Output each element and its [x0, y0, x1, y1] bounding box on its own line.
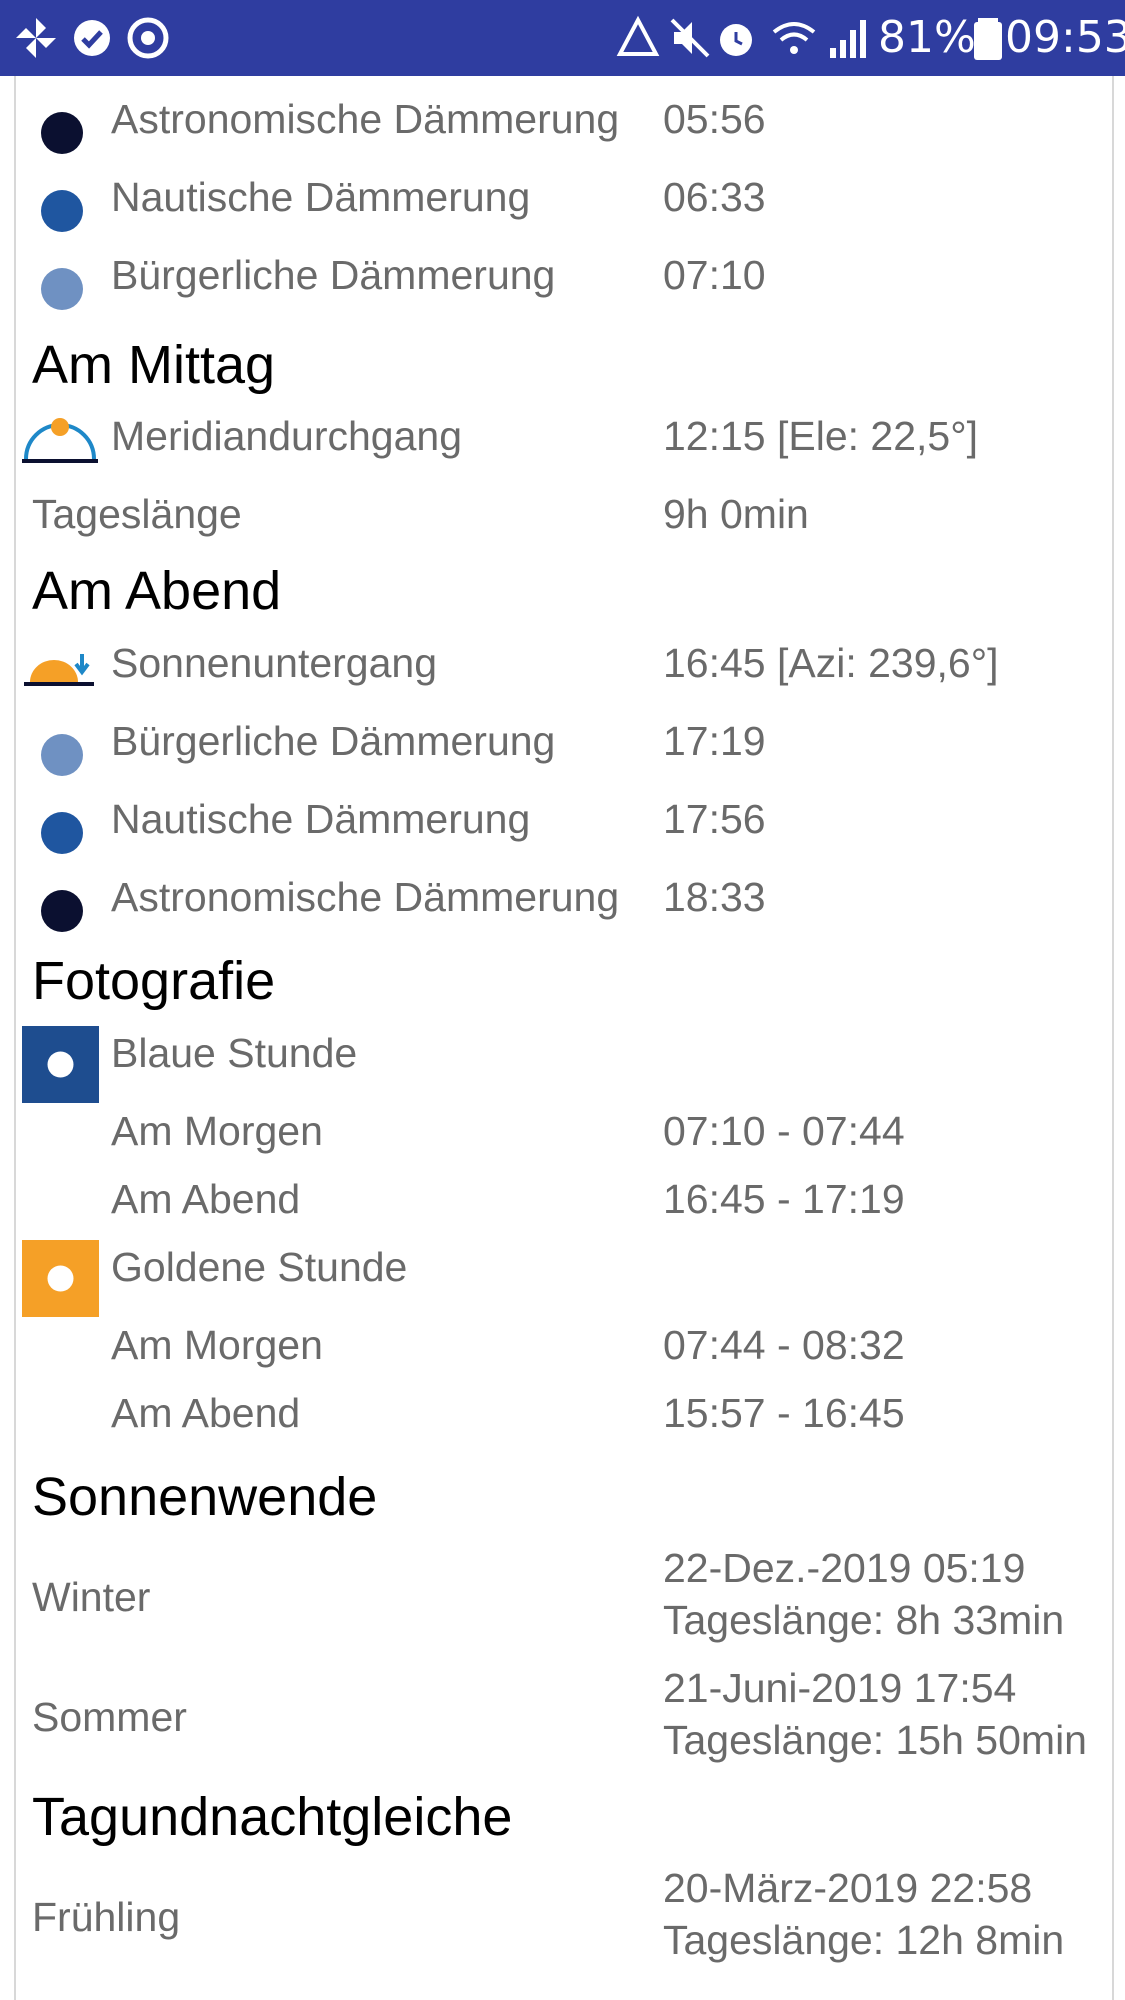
sun-info-card: Astronomische Dämmerung 05:56 Nautische … — [14, 76, 1114, 2000]
twilight-time: 18:33 — [663, 874, 766, 920]
twilight-time: 17:56 — [663, 796, 766, 842]
blue-hour-evening-label: Am Abend — [111, 1176, 301, 1222]
clock-time: 09:53 — [1005, 12, 1125, 63]
blue-dot-icon — [41, 812, 83, 854]
blue-hour-evening-value: 16:45 - 17:19 — [663, 1176, 905, 1222]
sunset-icon — [24, 654, 94, 686]
golden-hour-morning-label: Am Morgen — [111, 1322, 323, 1368]
twilight-time: 17:19 — [663, 718, 766, 764]
status-bar: 81% 09:53 — [0, 0, 1125, 76]
section-heading-evening: Am Abend — [32, 561, 282, 621]
blue-hour-icon — [22, 1026, 99, 1103]
spring-daylength: Tageslänge: 12h 8min — [663, 1917, 1065, 1963]
twilight-label: Nautische Dämmerung — [111, 174, 531, 220]
spring-label: Frühling — [32, 1894, 181, 1940]
winter-daylength: Tageslänge: 8h 33min — [663, 1597, 1065, 1643]
section-heading-equinox: Tagundnachtgleiche — [32, 1787, 513, 1847]
transit-value: 12:15 [Ele: 22,5°] — [663, 413, 979, 459]
sunset-value: 16:45 [Azi: 239,6°] — [663, 640, 999, 686]
blue-hour-morning-value: 07:10 - 07:44 — [663, 1108, 905, 1154]
recycle-triangle-icon — [616, 15, 660, 56]
light-blue-dot-icon — [41, 268, 83, 310]
mute-icon — [670, 18, 710, 58]
golden-hour-morning-value: 07:44 - 08:32 — [663, 1322, 905, 1368]
daylength-value: 9h 0min — [663, 491, 809, 537]
section-heading-solstice: Sonnenwende — [32, 1467, 378, 1527]
summer-date: 21-Juni-2019 17:54 — [663, 1665, 1017, 1711]
twilight-time: 07:10 — [663, 252, 766, 298]
winter-date: 22-Dez.-2019 05:19 — [663, 1545, 1026, 1591]
twilight-label: Astronomische Dämmerung — [111, 96, 620, 142]
twilight-label: Nautische Dämmerung — [111, 796, 531, 842]
battery-percent: 81% — [878, 12, 976, 63]
pinwheel-icon — [16, 18, 56, 58]
check-badge-icon — [74, 20, 110, 56]
winter-label: Winter — [32, 1574, 151, 1620]
section-heading-noon: Am Mittag — [32, 335, 276, 395]
golden-hour-icon — [22, 1240, 99, 1317]
summer-label: Sommer — [32, 1694, 187, 1740]
alarm-clock-icon — [720, 24, 752, 56]
dark-navy-dot-icon — [41, 112, 83, 154]
light-blue-dot-icon — [41, 734, 83, 776]
dark-navy-dot-icon — [41, 890, 83, 932]
twilight-time: 06:33 — [663, 174, 766, 220]
signal-bars-icon — [830, 20, 866, 58]
spring-date: 20-März-2019 22:58 — [663, 1865, 1033, 1911]
daylength-label: Tageslänge — [32, 491, 242, 537]
wifi-icon — [772, 22, 816, 54]
twilight-label: Bürgerliche Dämmerung — [111, 718, 556, 764]
blue-hour-title: Blaue Stunde — [111, 1030, 358, 1076]
sun-at-meridian-icon — [22, 418, 98, 463]
blue-dot-icon — [41, 190, 83, 232]
golden-hour-evening-value: 15:57 - 16:45 — [663, 1390, 905, 1436]
summer-daylength: Tageslänge: 15h 50min — [663, 1717, 1087, 1763]
sunset-label: Sonnenuntergang — [111, 640, 438, 686]
blue-hour-morning-label: Am Morgen — [111, 1108, 323, 1154]
twilight-time: 05:56 — [663, 96, 766, 142]
section-heading-photography: Fotografie — [32, 951, 276, 1011]
transit-label: Meridiandurchgang — [111, 413, 463, 459]
golden-hour-evening-label: Am Abend — [111, 1390, 301, 1436]
twilight-label: Bürgerliche Dämmerung — [111, 252, 556, 298]
golden-hour-title: Goldene Stunde — [111, 1244, 408, 1290]
sync-circle-icon — [127, 17, 169, 59]
twilight-label: Astronomische Dämmerung — [111, 874, 620, 920]
